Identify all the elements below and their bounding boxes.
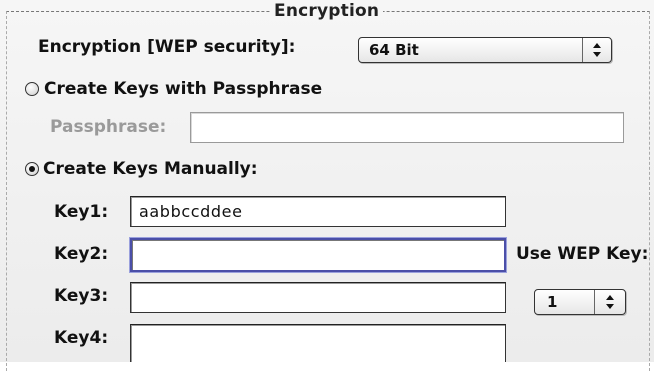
passphrase-radio[interactable] xyxy=(25,82,39,96)
key1-field[interactable]: aabbccddee xyxy=(130,196,506,227)
passphrase-field[interactable] xyxy=(190,112,624,143)
key3-label: Key3: xyxy=(54,286,109,306)
key3-field[interactable] xyxy=(130,282,506,313)
key4-field[interactable] xyxy=(130,324,506,362)
use-wep-key-popup[interactable]: 1 xyxy=(534,289,626,315)
encryption-group-box xyxy=(6,11,650,371)
passphrase-label: Passphrase: xyxy=(50,117,167,137)
key2-label: Key2: xyxy=(54,244,109,264)
use-wep-key-label: Use WEP Key: xyxy=(516,244,649,264)
encryption-popup[interactable]: 64 Bit xyxy=(358,37,612,63)
passphrase-option-label[interactable]: Create Keys with Passphrase xyxy=(44,78,322,100)
encryption-popup-value: 64 Bit xyxy=(369,41,419,59)
group-title: Encryption xyxy=(270,1,384,21)
encryption-panel: Encryption Encryption [WEP security]: 64… xyxy=(0,0,654,371)
key1-label: Key1: xyxy=(54,202,109,222)
manual-option-label[interactable]: Create Keys Manually: xyxy=(43,158,258,180)
use-wep-key-value: 1 xyxy=(547,293,558,311)
manual-keys-radio[interactable] xyxy=(25,162,39,176)
key1-value: aabbccddee xyxy=(139,202,243,221)
encryption-label: Encryption [WEP security]: xyxy=(38,37,296,57)
up-down-arrows-icon xyxy=(582,38,611,62)
key4-label: Key4: xyxy=(54,328,109,348)
key2-field[interactable] xyxy=(130,238,506,272)
up-down-arrows-icon xyxy=(594,290,625,314)
